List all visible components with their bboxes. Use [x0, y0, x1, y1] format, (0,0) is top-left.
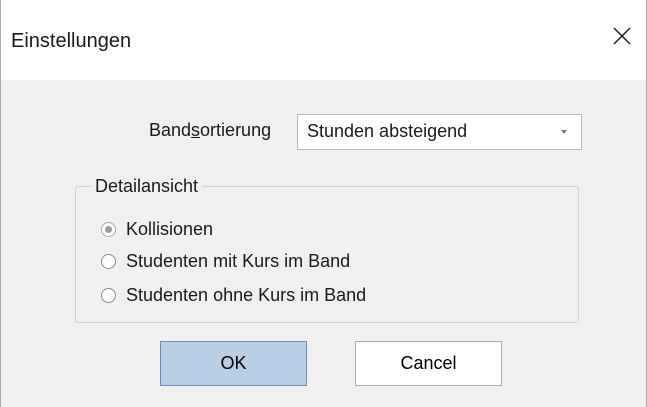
dialog-title: Einstellungen: [11, 30, 132, 52]
band-sorting-label-prefix: Band: [149, 120, 192, 140]
radio-button[interactable]: [101, 253, 116, 269]
ok-button[interactable]: OK: [160, 341, 307, 386]
radio-kollisionen[interactable]: Kollisionen: [101, 217, 213, 241]
title-bar: Einstellungen: [1, 0, 646, 80]
detail-view-legend: Detailansicht: [91, 175, 203, 197]
band-sorting-selected-value: Stunden absteigend: [307, 121, 468, 141]
radio-button-checked[interactable]: [101, 221, 116, 237]
cancel-button[interactable]: Cancel: [355, 341, 502, 386]
band-sorting-label-mnemonic: s: [191, 120, 201, 140]
close-icon: [613, 27, 631, 45]
settings-dialog: Einstellungen Bandsortierung Stunden abs…: [0, 0, 647, 407]
radio-students-without-course[interactable]: Studenten ohne Kurs im Band: [101, 283, 366, 307]
radio-label: Studenten ohne Kurs im Band: [126, 285, 367, 305]
radio-students-with-course[interactable]: Studenten mit Kurs im Band: [101, 249, 350, 273]
band-sorting-label-suffix: ortierung: [200, 120, 272, 140]
radio-button[interactable]: [101, 287, 116, 303]
band-sorting-label: Bandsortierung: [149, 119, 271, 141]
radio-label: Kollisionen: [126, 219, 214, 239]
chevron-down-icon: [561, 130, 567, 134]
band-sorting-dropdown[interactable]: Stunden absteigend: [297, 114, 582, 150]
radio-label: Studenten mit Kurs im Band: [126, 251, 351, 271]
close-button[interactable]: [600, 14, 644, 58]
